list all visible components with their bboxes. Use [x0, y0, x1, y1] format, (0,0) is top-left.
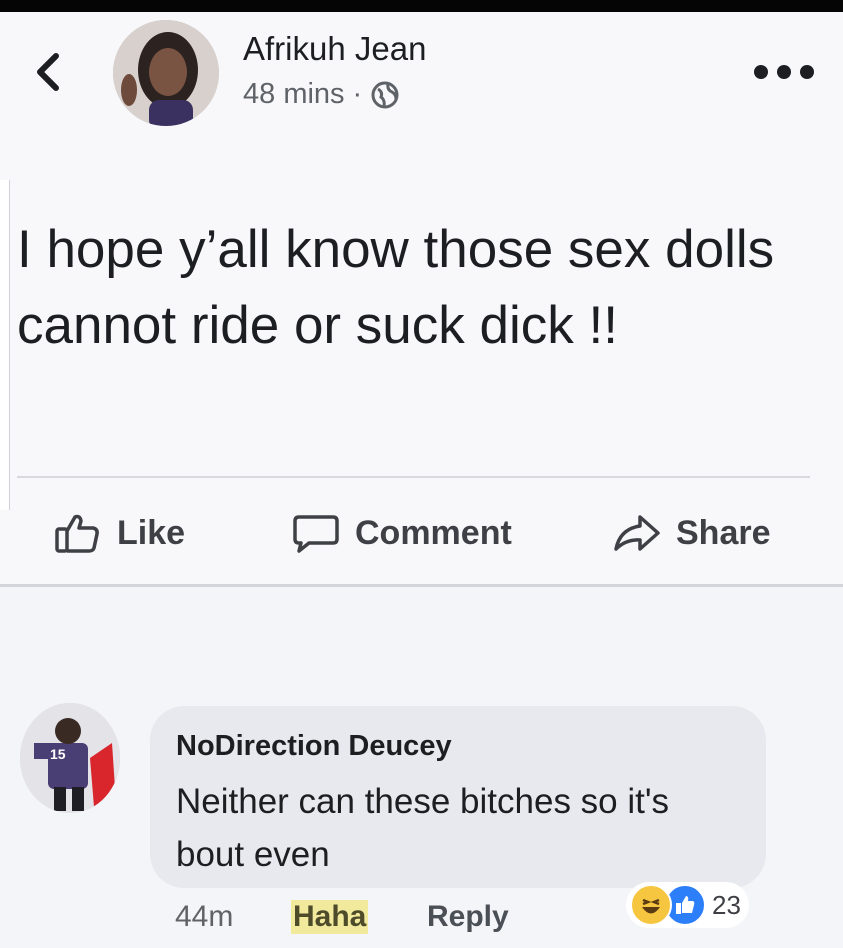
haha-reaction-button[interactable]: Haha: [291, 900, 369, 934]
back-button[interactable]: [30, 50, 66, 94]
meta-separator: ·: [352, 78, 363, 110]
more-dot-icon: [754, 65, 768, 79]
share-arrow-icon: [614, 515, 660, 551]
author-avatar[interactable]: [113, 20, 219, 126]
speech-bubble-icon: [293, 515, 339, 553]
comment-label: Comment: [355, 513, 512, 552]
haha-emoji-icon: [630, 884, 672, 926]
card-edge: [0, 180, 10, 510]
comment-text: Neither can these bitches so it's bout e…: [176, 782, 670, 874]
comment-timestamp[interactable]: 44m: [175, 900, 233, 934]
post-meta: 48 mins ·: [243, 78, 400, 111]
comment-author-name[interactable]: NoDirection Deucey: [176, 730, 452, 763]
chevron-left-icon: [37, 53, 59, 91]
comment-button[interactable]: Comment: [291, 508, 512, 558]
jersey-number: 15: [50, 746, 66, 762]
post-author-name[interactable]: Afrikuh Jean: [243, 30, 426, 68]
top-black-bar: [0, 0, 843, 12]
like-button[interactable]: Like: [53, 508, 185, 558]
globe-icon: [371, 81, 399, 108]
more-dot-icon: [777, 65, 791, 79]
thumbs-up-icon: [55, 514, 99, 553]
section-divider: [0, 584, 843, 587]
reactions-summary[interactable]: 23: [626, 882, 749, 928]
reaction-count: 23: [712, 889, 741, 920]
share-button[interactable]: Share: [612, 508, 771, 558]
post-body-text: I hope y’all know those sex dolls cannot…: [17, 220, 775, 355]
post-timestamp[interactable]: 48 mins: [243, 78, 345, 111]
like-label: Like: [117, 513, 186, 552]
share-label: Share: [676, 513, 771, 552]
more-dot-icon: [800, 65, 814, 79]
commenter-avatar[interactable]: 15: [20, 703, 120, 813]
reply-button[interactable]: Reply: [427, 900, 509, 934]
more-options-button[interactable]: [754, 60, 814, 84]
post-divider: [17, 476, 810, 478]
